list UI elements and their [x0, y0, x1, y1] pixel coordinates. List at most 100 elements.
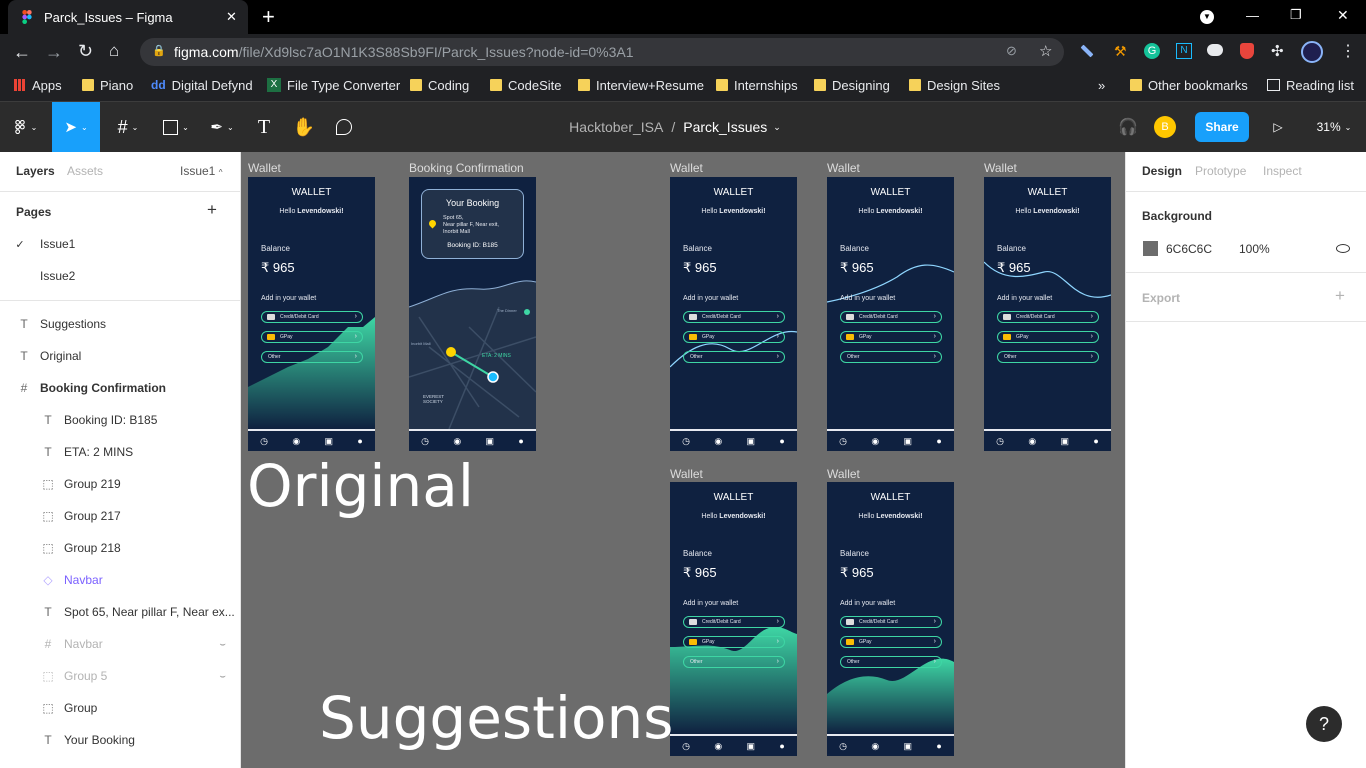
zoom-dropdown[interactable]: 31% ⌄: [1310, 102, 1358, 152]
frame-label[interactable]: Wallet: [248, 161, 281, 175]
layer-item[interactable]: T Spot 65, Near pillar F, Near ex...: [0, 596, 240, 628]
wallet-icon[interactable]: ▣: [486, 436, 495, 447]
layer-item-frame[interactable]: # Booking Confirmation: [0, 372, 240, 404]
wallet-icon[interactable]: ▣: [904, 436, 913, 447]
star-icon[interactable]: ☆: [1039, 42, 1052, 60]
hidden-eye-icon[interactable]: ⌣: [219, 639, 226, 650]
card-option-button[interactable]: Credit/Debit Card ›: [683, 311, 785, 323]
tab-prototype[interactable]: Prototype: [1195, 164, 1246, 178]
card-option-button[interactable]: Credit/Debit Card ›: [840, 616, 942, 628]
other-option-button[interactable]: Other ›: [997, 351, 1099, 363]
background-swatch[interactable]: [1143, 241, 1158, 256]
pen-tool[interactable]: ✒ ⌄: [202, 102, 242, 152]
maximize-button[interactable]: ❐: [1290, 7, 1302, 23]
bookmark-digital-defynd[interactable]: dd Digital Defynd: [151, 76, 253, 94]
present-play-icon[interactable]: ▷: [1268, 102, 1288, 152]
design-canvas[interactable]: Wallet Booking Confirmation Wallet Walle…: [241, 152, 1125, 768]
project-name[interactable]: Hacktober_ISA: [569, 119, 663, 135]
card-option-button[interactable]: Credit/Debit Card ›: [997, 311, 1099, 323]
comment-tool[interactable]: [330, 102, 358, 152]
share-button[interactable]: Share: [1195, 112, 1249, 142]
wallet-icon[interactable]: ▣: [325, 436, 334, 447]
other-bookmarks[interactable]: Other bookmarks: [1130, 76, 1248, 94]
location-icon[interactable]: ◉: [714, 436, 722, 447]
background-opacity-input[interactable]: 100%: [1239, 242, 1270, 256]
minimize-button[interactable]: —: [1246, 8, 1259, 23]
eye-off-icon[interactable]: ⊘: [1006, 43, 1017, 59]
layer-item[interactable]: ⬚ Group 219: [0, 468, 240, 500]
layer-item[interactable]: T Suggestions: [0, 308, 240, 340]
profile-icon[interactable]: ●: [1093, 436, 1098, 446]
background-hex-input[interactable]: 6C6C6C: [1166, 242, 1212, 256]
gpay-option-button[interactable]: GPay ›: [683, 636, 785, 648]
location-icon[interactable]: ◉: [1028, 436, 1036, 447]
extension-hammer-icon[interactable]: ⚒: [1114, 43, 1127, 60]
wallet-frame-suggestion[interactable]: WALLET Hello Levendowski! Balance ₹ 965 …: [670, 482, 797, 756]
gpay-option-button[interactable]: GPay ›: [683, 331, 785, 343]
card-option-button[interactable]: Credit/Debit Card ›: [683, 616, 785, 628]
other-option-button[interactable]: Other ›: [840, 656, 942, 668]
close-window-button[interactable]: ✕: [1337, 7, 1349, 24]
profile-avatar[interactable]: [1301, 41, 1323, 63]
frame-tool[interactable]: # ⌄: [108, 102, 148, 152]
audio-headphones-icon[interactable]: 🎧: [1116, 102, 1140, 152]
location-icon[interactable]: ◉: [871, 436, 879, 447]
history-icon[interactable]: ◷: [839, 741, 847, 752]
wallet-frame-variant[interactable]: WALLET Hello Levendowski! Balance ₹ 965 …: [827, 177, 954, 451]
file-breadcrumb[interactable]: Hacktober_ISA / Parck_Issues ⌄: [560, 102, 790, 152]
frame-label[interactable]: Booking Confirmation: [409, 161, 524, 175]
bookmarks-overflow-button[interactable]: »: [1098, 76, 1105, 94]
hidden-eye-icon[interactable]: ⌣: [219, 671, 226, 682]
wallet-icon[interactable]: ▣: [747, 741, 756, 752]
layer-item-hidden[interactable]: # Navbar ⌣: [0, 628, 240, 660]
layer-item[interactable]: T Booking ID: B185: [0, 404, 240, 436]
wallet-frame-original[interactable]: WALLET Hello Levendowski! Balance ₹ 965 …: [248, 177, 375, 451]
bookmark-interview-resume[interactable]: Interview+Resume: [578, 76, 704, 94]
move-tool[interactable]: ➤ ⌄: [52, 102, 100, 152]
notion-n-icon[interactable]: N: [1176, 43, 1192, 59]
history-icon[interactable]: ◷: [421, 436, 429, 447]
wallet-icon[interactable]: ▣: [1061, 436, 1070, 447]
layer-item-hidden[interactable]: ⬚ Group 5 ⌣: [0, 660, 240, 692]
bookmark-coding[interactable]: Coding: [410, 76, 469, 94]
shape-tool[interactable]: ⌄: [156, 102, 196, 152]
bookmark-design-sites[interactable]: Design Sites: [909, 76, 1000, 94]
browser-menu-icon[interactable]: ⋮: [1340, 41, 1356, 61]
history-icon[interactable]: ◷: [260, 436, 268, 447]
page-item-issue2[interactable]: Issue2: [0, 260, 240, 292]
other-option-button[interactable]: Other ›: [261, 351, 363, 363]
profile-icon[interactable]: ●: [518, 436, 523, 446]
tab-assets[interactable]: Assets: [67, 164, 103, 178]
gpay-option-button[interactable]: GPay ›: [261, 331, 363, 343]
history-icon[interactable]: ◷: [682, 741, 690, 752]
card-option-button[interactable]: Credit/Debit Card ›: [261, 311, 363, 323]
profile-icon[interactable]: ●: [779, 741, 784, 751]
bookmark-internships[interactable]: Internships: [716, 76, 798, 94]
wallet-frame-variant[interactable]: WALLET Hello Levendowski! Balance ₹ 965 …: [984, 177, 1111, 451]
gpay-option-button[interactable]: GPay ›: [840, 331, 942, 343]
frame-label[interactable]: Wallet: [670, 467, 703, 481]
forward-icon[interactable]: →: [45, 42, 63, 63]
help-button-overlay[interactable]: ?: [1306, 706, 1342, 742]
other-option-button[interactable]: Other ›: [683, 351, 785, 363]
bookmark-apps[interactable]: Apps: [14, 76, 62, 94]
reload-icon[interactable]: ↻: [78, 41, 93, 62]
page-item-issue1[interactable]: ✓ Issue1: [0, 228, 240, 260]
layer-item[interactable]: T Original: [0, 340, 240, 372]
grammarly-icon[interactable]: G: [1144, 43, 1160, 59]
extensions-puzzle-icon[interactable]: ✣: [1271, 42, 1284, 60]
other-option-button[interactable]: Other ›: [840, 351, 942, 363]
frame-label[interactable]: Wallet: [670, 161, 703, 175]
reading-list[interactable]: Reading list: [1267, 76, 1354, 94]
suggestions-heading[interactable]: Suggestions: [319, 684, 673, 752]
tab-layers[interactable]: Layers: [16, 164, 55, 178]
bookmark-piano[interactable]: Piano: [82, 76, 133, 94]
page-switcher[interactable]: Issue1 ^: [180, 164, 222, 178]
history-icon[interactable]: ◷: [996, 436, 1004, 447]
browser-tab[interactable]: Parck_Issues – Figma ✕: [8, 0, 248, 34]
profile-dropdown-icon[interactable]: ▼: [1200, 10, 1214, 24]
file-name[interactable]: Parck_Issues: [683, 119, 767, 135]
gpay-option-button[interactable]: GPay ›: [997, 331, 1099, 343]
history-icon[interactable]: ◷: [839, 436, 847, 447]
layer-item[interactable]: T ETA: 2 MINS: [0, 436, 240, 468]
